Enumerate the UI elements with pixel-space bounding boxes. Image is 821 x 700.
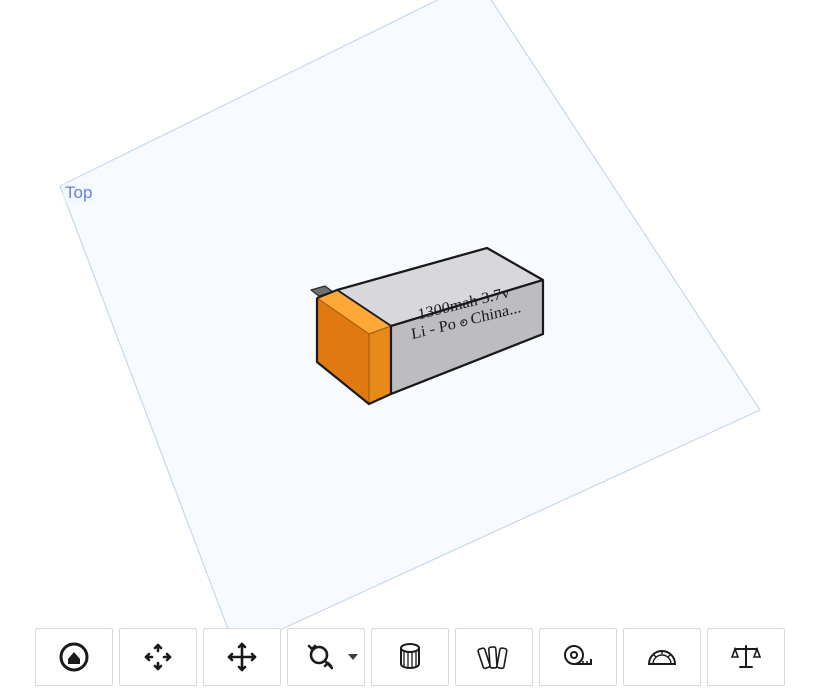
zoom-icon: [304, 640, 338, 674]
viewport[interactable]: Top 1300mah 3.7v Li - Po China...: [0, 0, 821, 620]
section-icon: [393, 640, 427, 674]
protractor-icon: [645, 640, 679, 674]
tape-icon: [561, 640, 595, 674]
recycle-dot-icon: [459, 318, 467, 327]
swatch-icon: [477, 640, 511, 674]
home-icon: [57, 640, 91, 674]
mass-properties-button[interactable]: Mass properties: [707, 628, 785, 686]
home-view-button[interactable]: Home view: [35, 628, 113, 686]
view-toolbar: Home view Fit Pan Zoom: [35, 628, 785, 690]
measure-button[interactable]: Measure: [539, 628, 617, 686]
appearance-button[interactable]: Appearance: [455, 628, 533, 686]
fit-button[interactable]: Fit: [119, 628, 197, 686]
section-view-button[interactable]: Section view: [371, 628, 449, 686]
pan-icon: [225, 640, 259, 674]
zoom-button[interactable]: Zoom: [287, 628, 365, 686]
chevron-down-icon: [348, 654, 358, 660]
protractor-button[interactable]: Protractor: [623, 628, 701, 686]
scale-icon: [729, 640, 763, 674]
pan-button[interactable]: Pan: [203, 628, 281, 686]
plane-label-top: Top: [63, 183, 94, 203]
fit-icon: [141, 640, 175, 674]
